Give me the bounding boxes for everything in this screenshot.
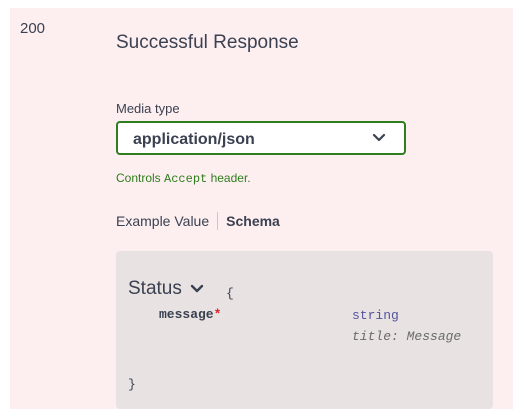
controls-accept-hint: Controls Accept header. <box>116 171 251 186</box>
controls-code: Accept <box>164 172 208 186</box>
chevron-down-icon <box>372 133 386 142</box>
property-type: string <box>352 308 399 323</box>
tab-schema[interactable]: Schema <box>226 213 280 229</box>
tab-example-value[interactable]: Example Value <box>116 213 209 229</box>
property-title: title: Message <box>352 329 462 344</box>
response-description: Successful Response <box>116 32 299 53</box>
media-type-select[interactable]: application/json <box>116 121 406 155</box>
schema-model-box: Status { message* string title: Message … <box>116 251 493 409</box>
model-close-brace: } <box>128 377 136 392</box>
example-tabs: Example Value Schema <box>116 212 280 230</box>
controls-suffix: header. <box>207 171 251 185</box>
property-name: message* <box>159 307 221 322</box>
response-status-code: 200 <box>20 20 46 37</box>
property-name-text: message <box>159 307 214 322</box>
tab-divider <box>217 212 219 230</box>
media-type-label: Media type <box>116 101 180 116</box>
model-name: Status <box>128 278 182 299</box>
model-open-brace: { <box>226 286 234 301</box>
required-marker: * <box>213 307 222 322</box>
controls-prefix: Controls <box>116 171 165 185</box>
media-type-value: application/json <box>133 131 255 148</box>
chevron-down-icon <box>190 284 204 293</box>
model-toggle[interactable]: Status <box>128 278 204 300</box>
